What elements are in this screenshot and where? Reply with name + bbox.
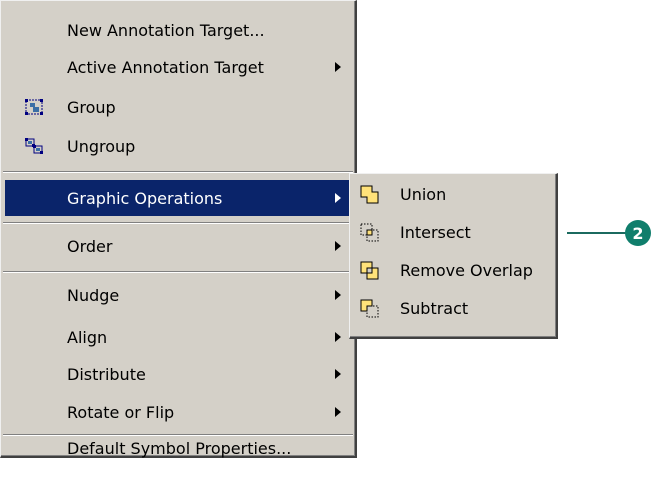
menu-separator [3,434,353,436]
ungroup-icon [25,138,43,154]
submenu-item-intersect[interactable]: Intersect [354,214,552,250]
subtract-icon [360,299,380,319]
submenu-item-union[interactable]: Union [354,176,552,212]
submenu-arrow-icon [335,290,341,300]
callout-badge: 2 [625,220,651,246]
menu-item-label: Graphic Operations [67,188,223,208]
menu-item-new-annotation-target[interactable]: New Annotation Target... [5,12,351,48]
menu-separator [3,222,353,224]
submenu-item-label: Union [400,184,447,204]
menu-separator [3,171,353,173]
menu-item-graphic-operations[interactable]: Graphic Operations [5,180,351,216]
submenu-arrow-icon [335,407,341,417]
menu-item-label: Active Annotation Target [67,57,264,77]
submenu-arrow-icon [335,193,341,203]
menu-item-rotate-or-flip[interactable]: Rotate or Flip [5,394,351,430]
intersect-icon [360,223,380,243]
submenu-arrow-icon [335,62,341,72]
submenu-arrow-icon [335,241,341,251]
menu-item-label: Ungroup [67,136,136,156]
menu-item-label: Nudge [67,285,120,305]
group-icon [25,99,43,115]
submenu-item-label: Subtract [400,298,469,318]
submenu-item-label: Remove Overlap [400,260,533,280]
union-icon [360,185,380,205]
menu-item-distribute[interactable]: Distribute [5,356,351,392]
menu-item-default-symbol-properties[interactable]: Default Symbol Properties... [5,438,351,458]
menu-item-label: Order [67,236,113,256]
submenu-item-label: Intersect [400,222,471,242]
menu-item-label: Rotate or Flip [67,402,175,422]
menu-item-active-annotation-target[interactable]: Active Annotation Target [5,49,351,85]
menu-item-label: Align [67,327,108,347]
menu-item-ungroup[interactable]: Ungroup [5,128,351,164]
menu-item-label: Distribute [67,364,146,384]
menu-item-label: Group [67,97,116,117]
graphic-operations-submenu: Union Intersect Remove Overlap Subtract [349,173,558,339]
menu-item-order[interactable]: Order [5,228,351,264]
menu-separator [3,271,353,273]
menu-item-nudge[interactable]: Nudge [5,277,351,313]
menu-item-label: Default Symbol Properties... [67,438,292,458]
menu-item-align[interactable]: Align [5,319,351,355]
submenu-item-subtract[interactable]: Subtract [354,290,552,326]
menu-item-group[interactable]: Group [5,89,351,125]
submenu-arrow-icon [335,332,341,342]
callout-line [567,232,627,234]
context-menu: New Annotation Target... Active Annotati… [0,0,357,458]
menu-item-label: New Annotation Target... [67,20,265,40]
remove-overlap-icon [360,261,380,281]
submenu-arrow-icon [335,369,341,379]
submenu-item-remove-overlap[interactable]: Remove Overlap [354,252,552,288]
